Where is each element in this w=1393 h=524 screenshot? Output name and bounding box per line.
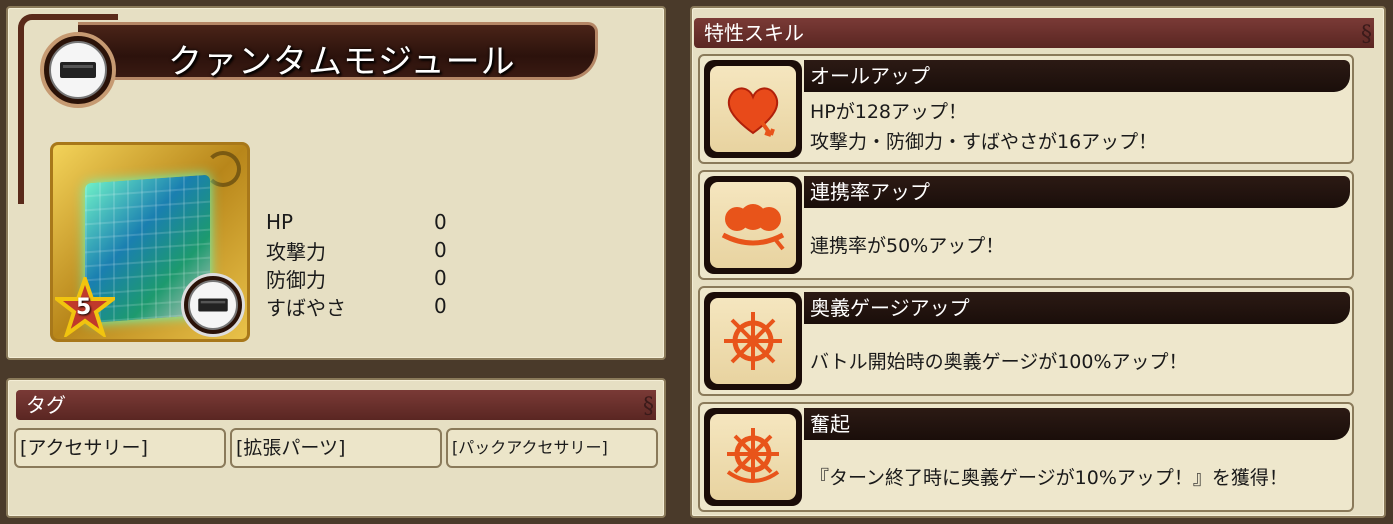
skill-name: 奥義ゲージアップ bbox=[804, 292, 1350, 324]
skill-card[interactable]: 奮起 『ターン終了時に奥義ゲージが10%アップ！』を獲得！ bbox=[698, 402, 1354, 512]
skill-name: 奮起 bbox=[804, 408, 1350, 440]
item-name: クァンタムモジュール bbox=[168, 42, 516, 82]
tag-chip[interactable]: [パックアクセサリー] bbox=[446, 428, 658, 468]
module-icon bbox=[181, 273, 245, 337]
skill-icon-frame bbox=[704, 292, 802, 390]
curl-ornament-icon: § bbox=[1361, 22, 1372, 47]
item-title-banner: クァンタムモジュール bbox=[18, 14, 603, 204]
skill-card[interactable]: オールアップ HPが128アップ！ 攻撃力・防御力・すばやさが16アップ！ bbox=[698, 54, 1354, 164]
skill-name: 連携率アップ bbox=[804, 176, 1350, 208]
stat-value: 0 bbox=[434, 210, 447, 234]
stat-label: 攻撃力 bbox=[266, 239, 326, 264]
skill-name: オールアップ bbox=[804, 60, 1350, 92]
skill-icon-frame bbox=[704, 408, 802, 506]
rarity-number: 5 bbox=[76, 295, 92, 320]
item-image: 5 bbox=[50, 142, 250, 342]
skill-card[interactable]: 連携率アップ 連携率が50%アップ！ bbox=[698, 170, 1354, 280]
tag-header-label: タグ bbox=[26, 393, 66, 417]
skill-description: バトル開始時の奥義ゲージが100%アップ！ bbox=[810, 351, 1188, 373]
tag-panel: タグ § [アクセサリー] [拡張パーツ] [パックアクセサリー] bbox=[6, 378, 666, 518]
stat-label: すばやさ bbox=[266, 295, 346, 320]
stat-row-hp: HP 0 bbox=[266, 208, 486, 236]
swirl-ornament-icon bbox=[205, 151, 241, 187]
skill-card[interactable]: 奥義ゲージアップ バトル開始時の奥義ゲージが100%アップ！ bbox=[698, 286, 1354, 396]
skill-panel: 特性スキル § オールアップ HPが128アップ！ 攻撃力・防御力・すばやさが1… bbox=[690, 6, 1386, 518]
tag-chip[interactable]: [拡張パーツ] bbox=[230, 428, 442, 468]
tag-chip[interactable]: [アクセサリー] bbox=[14, 428, 226, 468]
rouse-wheel-icon bbox=[710, 414, 796, 500]
skill-description: HPが128アップ！ bbox=[810, 101, 968, 123]
stat-row-defense: 防御力 0 bbox=[266, 264, 486, 292]
stat-label: 防御力 bbox=[266, 267, 326, 292]
stats-list: HP 0 攻撃力 0 防御力 0 すばやさ 0 bbox=[266, 208, 486, 320]
skill-icon-frame bbox=[704, 60, 802, 158]
stat-row-speed: すばやさ 0 bbox=[266, 292, 486, 320]
stat-row-attack: 攻撃力 0 bbox=[266, 236, 486, 264]
tag-section-header: タグ § bbox=[16, 390, 656, 420]
skill-description: 『ターン終了時に奥義ゲージが10%アップ！』を獲得！ bbox=[810, 467, 1288, 489]
module-icon bbox=[40, 32, 116, 108]
stat-value: 0 bbox=[434, 238, 447, 262]
item-info-panel: クァンタムモジュール 5 HP 0 攻撃力 0 防御力 0 すばやさ 0 bbox=[6, 6, 666, 360]
stat-value: 0 bbox=[434, 266, 447, 290]
skill-icon-frame bbox=[704, 176, 802, 274]
skill-section-header: 特性スキル § bbox=[694, 18, 1374, 48]
curl-ornament-icon: § bbox=[643, 394, 654, 419]
stat-value: 0 bbox=[434, 294, 447, 318]
link-rate-icon bbox=[710, 182, 796, 268]
heart-up-icon bbox=[710, 66, 796, 152]
skill-description: 連携率が50%アップ！ bbox=[810, 235, 1005, 257]
gauge-wheel-icon bbox=[710, 298, 796, 384]
stat-label: HP bbox=[266, 210, 294, 234]
skill-header-label: 特性スキル bbox=[704, 21, 804, 45]
skill-description: 攻撃力・防御力・すばやさが16アップ！ bbox=[810, 131, 1158, 153]
